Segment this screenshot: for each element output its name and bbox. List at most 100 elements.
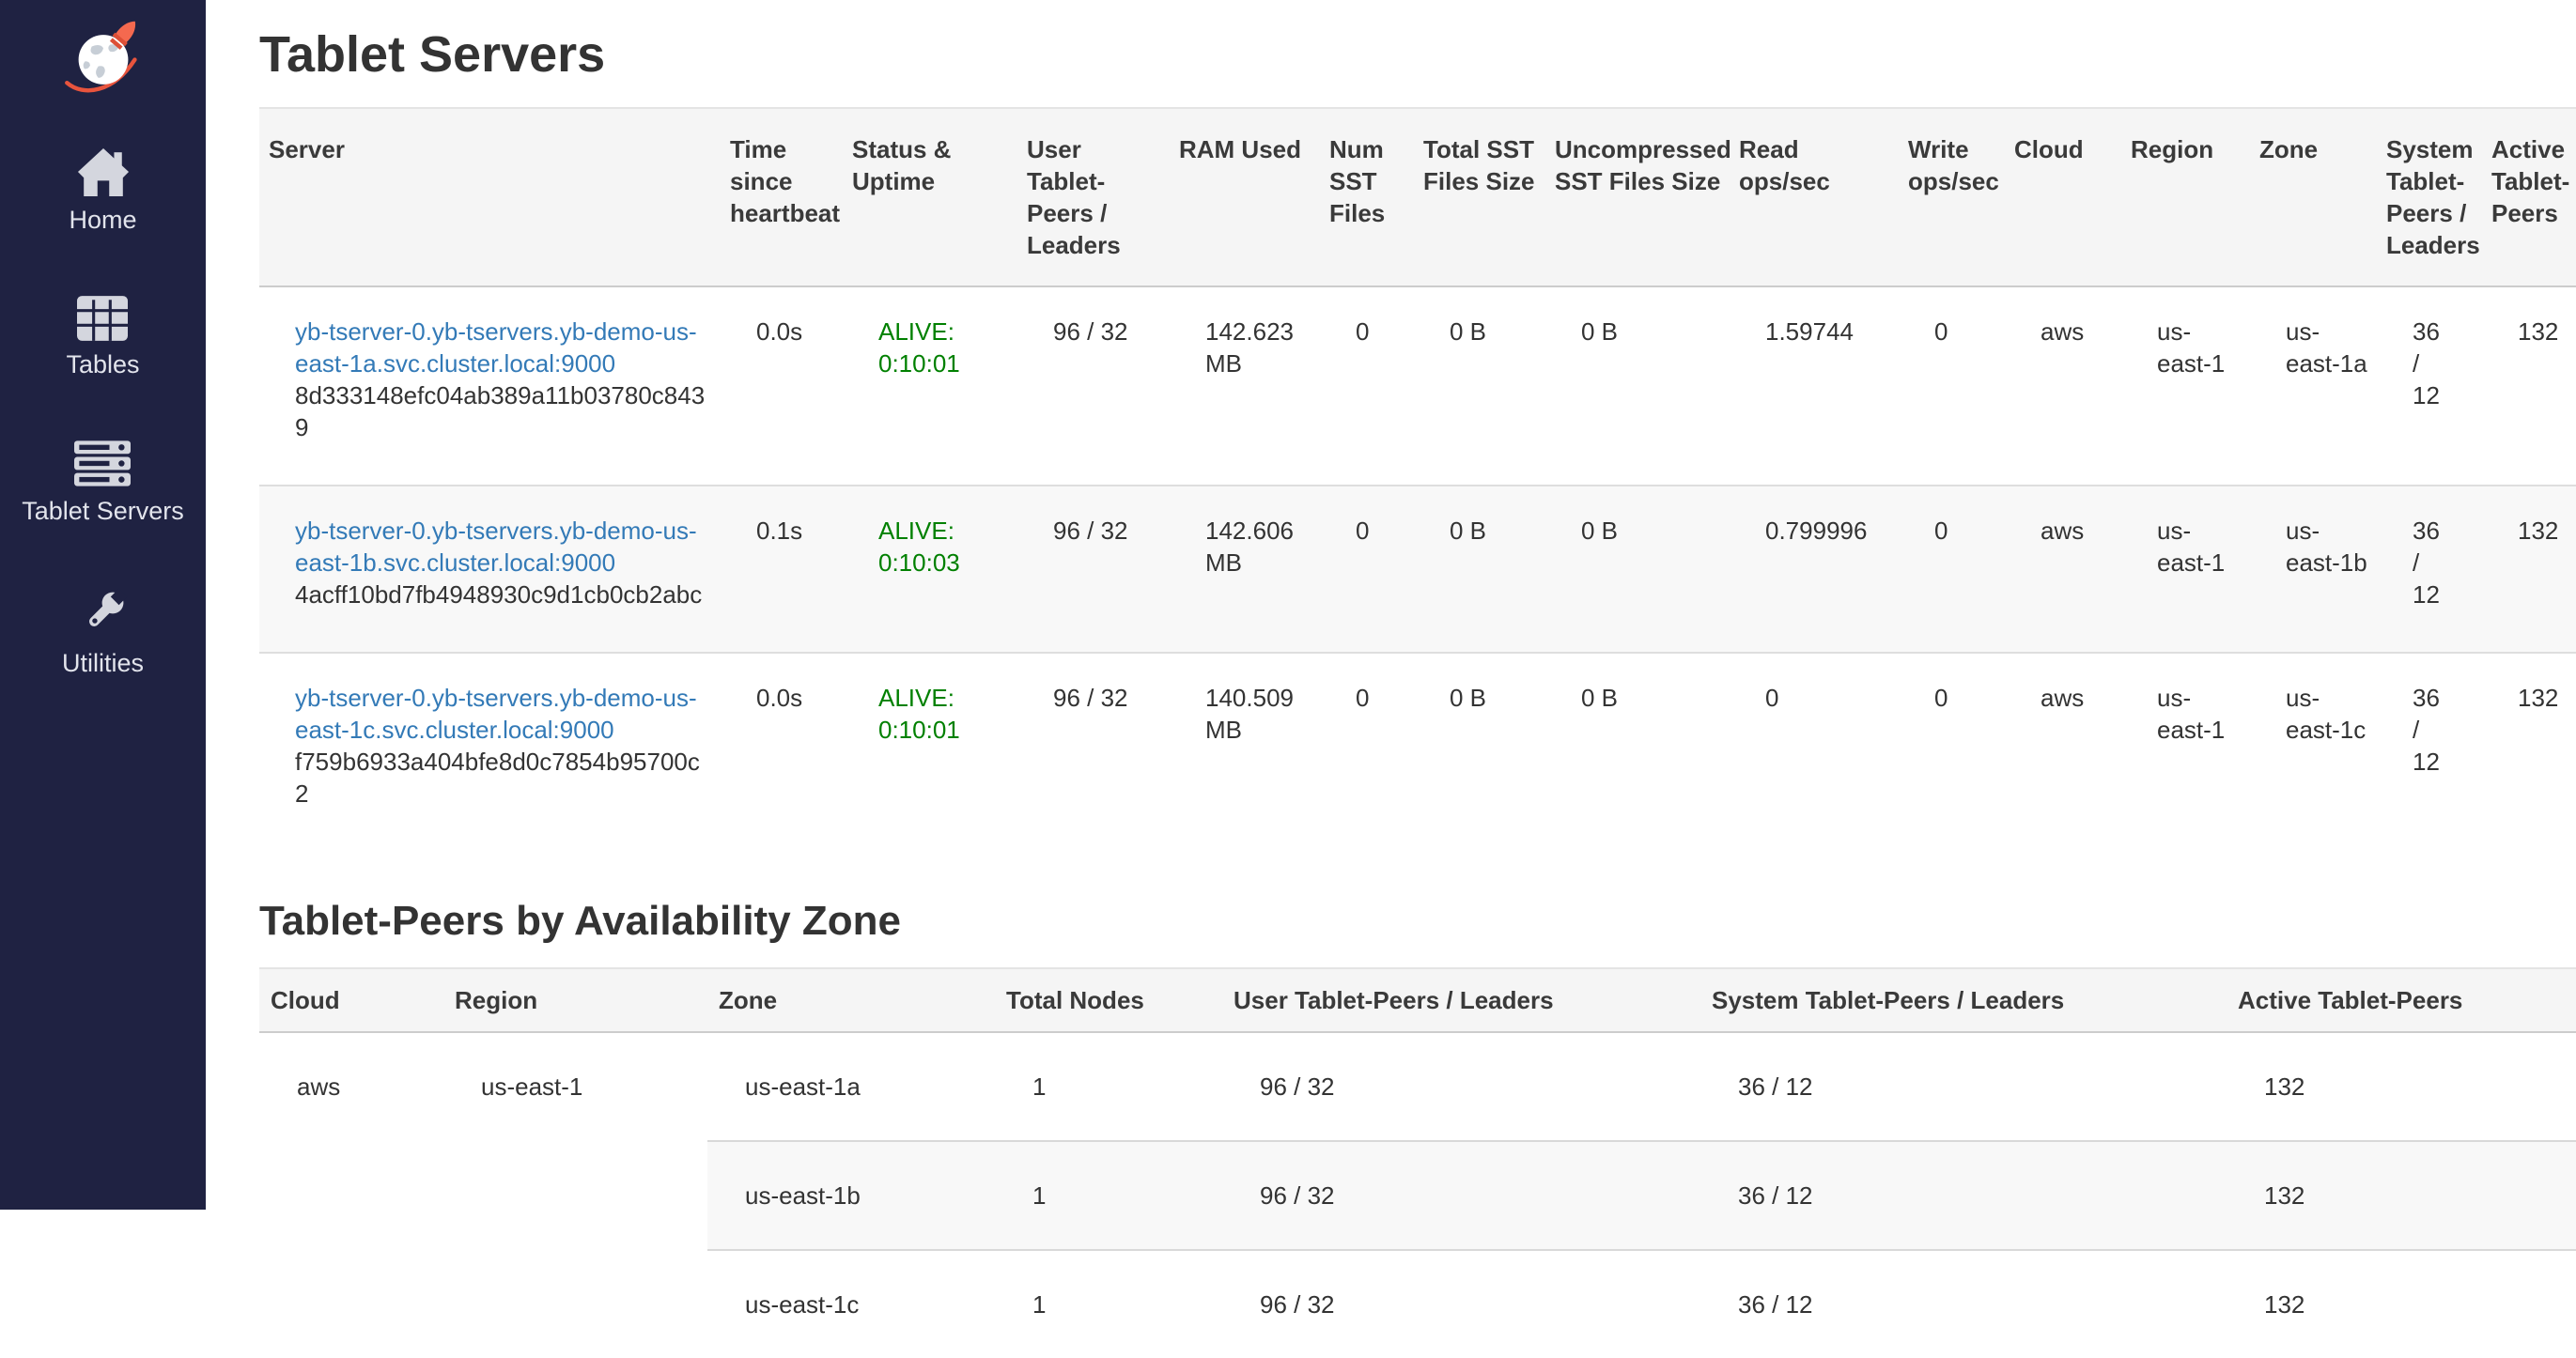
heartbeat-cell: 0.1s <box>721 486 843 653</box>
col-total-nodes: Total Nodes <box>995 968 1222 1032</box>
sidebar-item-utilities[interactable]: Utilities <box>62 587 144 677</box>
tserver-row: yb-tserver-0.yb-tservers.yb-demo-us-east… <box>259 653 2576 851</box>
heartbeat-cell: 0.0s <box>721 286 843 486</box>
region-cell: us-east-1 <box>2121 486 2250 653</box>
sidebar-item-tablet-servers[interactable]: Tablet Servers <box>22 440 184 525</box>
region-cell: us-east-1 <box>2121 653 2250 851</box>
col-heartbeat: Time since heartbeat <box>721 108 843 286</box>
total-nodes-cell: 1 <box>995 1141 1222 1250</box>
globe-rocket-logo-icon <box>62 15 145 98</box>
sidebar-item-label: Tables <box>66 350 139 378</box>
utilities-icon <box>76 587 129 640</box>
system-tablet-peers-cell: 36 / 12 <box>2377 486 2482 653</box>
col-region: Region <box>443 968 707 1032</box>
table-header-row: Server Time since heartbeat Status & Upt… <box>259 108 2576 286</box>
server-uuid: f759b6933a404bfe8d0c7854b95700c2 <box>295 746 713 810</box>
sidebar-item-home[interactable]: Home <box>69 147 136 234</box>
user-tablet-peers-cell: 96 / 32 <box>1222 1250 1700 1358</box>
read-ops-cell: 1.59744 <box>1730 286 1899 486</box>
heartbeat-cell: 0.0s <box>721 653 843 851</box>
ram-cell: 140.509 MB <box>1170 653 1320 851</box>
main-content: Tablet Servers Server Time since heartbe… <box>206 0 2576 1358</box>
region-cell: us-east-1 <box>443 1032 707 1358</box>
col-num-sst: Num SST Files <box>1320 108 1414 286</box>
col-region: Region <box>2121 108 2250 286</box>
system-tablet-peers-cell: 36 / 12 <box>2377 286 2482 486</box>
col-active-tablet-peers: Active Tablet-Peers <box>2227 968 2576 1032</box>
user-tablet-peers-cell: 96 / 32 <box>1017 653 1170 851</box>
sidebar: Home Tables Tablet Servers <box>0 0 206 1210</box>
az-section-title: Tablet-Peers by Availability Zone <box>259 898 2576 945</box>
col-zone: Zone <box>2250 108 2377 286</box>
user-tablet-peers-cell: 96 / 32 <box>1222 1141 1700 1250</box>
tablet-peers-by-az-table: Cloud Region Zone Total Nodes User Table… <box>259 967 2576 1358</box>
server-uuid: 4acff10bd7fb4948930c9d1cb0cb2abc <box>295 579 713 610</box>
active-tablet-peers-cell: 132 <box>2482 286 2576 486</box>
system-tablet-peers-cell: 36 / 12 <box>2377 653 2482 851</box>
ram-cell: 142.623 MB <box>1170 286 1320 486</box>
num-sst-cell: 0 <box>1320 286 1414 486</box>
col-system-tablet-peers: System Tablet-Peers / Leaders <box>2377 108 2482 286</box>
system-tablet-peers-cell: 36 / 12 <box>1700 1141 2227 1250</box>
total-sst-cell: 0 B <box>1414 653 1545 851</box>
system-tablet-peers-cell: 36 / 12 <box>1700 1250 2227 1358</box>
system-tablet-peers-cell: 36 / 12 <box>1700 1032 2227 1141</box>
num-sst-cell: 0 <box>1320 486 1414 653</box>
read-ops-cell: 0.799996 <box>1730 486 1899 653</box>
tables-icon <box>77 296 128 341</box>
active-tablet-peers-cell: 132 <box>2227 1032 2576 1141</box>
tablet-servers-icon <box>74 440 131 487</box>
col-ram: RAM Used <box>1170 108 1320 286</box>
cloud-cell: aws <box>2005 286 2121 486</box>
status-cell: ALIVE: 0:10:01 <box>843 653 1017 851</box>
read-ops-cell: 0 <box>1730 653 1899 851</box>
col-read-ops: Read ops/sec <box>1730 108 1899 286</box>
tablet-servers-table: Server Time since heartbeat Status & Upt… <box>259 107 2576 851</box>
write-ops-cell: 0 <box>1899 286 2005 486</box>
col-cloud: Cloud <box>2005 108 2121 286</box>
region-cell: us-east-1 <box>2121 286 2250 486</box>
cloud-cell: aws <box>2005 486 2121 653</box>
server-link[interactable]: yb-tserver-0.yb-tservers.yb-demo-us-east… <box>295 684 697 744</box>
table-header-row: Cloud Region Zone Total Nodes User Table… <box>259 968 2576 1032</box>
az-row: aws us-east-1 us-east-1a 1 96 / 32 36 / … <box>259 1032 2576 1141</box>
active-tablet-peers-cell: 132 <box>2227 1141 2576 1250</box>
cloud-cell: aws <box>2005 653 2121 851</box>
server-uuid: 8d333148efc04ab389a11b03780c8439 <box>295 379 713 443</box>
uncompressed-sst-cell: 0 B <box>1545 486 1730 653</box>
col-cloud: Cloud <box>259 968 443 1032</box>
zone-cell: us-east-1a <box>707 1032 995 1141</box>
uncompressed-sst-cell: 0 B <box>1545 653 1730 851</box>
zone-cell: us-east-1a <box>2250 286 2377 486</box>
col-user-tablet-peers: User Tablet-Peers / Leaders <box>1017 108 1170 286</box>
total-sst-cell: 0 B <box>1414 486 1545 653</box>
server-cell: yb-tserver-0.yb-tservers.yb-demo-us-east… <box>259 653 721 851</box>
server-link[interactable]: yb-tserver-0.yb-tservers.yb-demo-us-east… <box>295 517 697 577</box>
tserver-row: yb-tserver-0.yb-tservers.yb-demo-us-east… <box>259 286 2576 486</box>
col-user-tablet-peers: User Tablet-Peers / Leaders <box>1222 968 1700 1032</box>
status-cell: ALIVE: 0:10:01 <box>843 286 1017 486</box>
user-tablet-peers-cell: 96 / 32 <box>1017 286 1170 486</box>
active-tablet-peers-cell: 132 <box>2227 1250 2576 1358</box>
total-nodes-cell: 1 <box>995 1250 1222 1358</box>
home-icon <box>76 147 131 196</box>
tserver-row: yb-tserver-0.yb-tservers.yb-demo-us-east… <box>259 486 2576 653</box>
zone-cell: us-east-1b <box>2250 486 2377 653</box>
server-link[interactable]: yb-tserver-0.yb-tservers.yb-demo-us-east… <box>295 317 697 378</box>
sidebar-item-label: Utilities <box>62 649 144 677</box>
col-write-ops: Write ops/sec <box>1899 108 2005 286</box>
active-tablet-peers-cell: 132 <box>2482 486 2576 653</box>
col-active-tablet-peers: Active Tablet-Peers <box>2482 108 2576 286</box>
uncompressed-sst-cell: 0 B <box>1545 286 1730 486</box>
col-server: Server <box>259 108 721 286</box>
zone-cell: us-east-1c <box>2250 653 2377 851</box>
zone-cell: us-east-1b <box>707 1141 995 1250</box>
yugabytedb-logo[interactable] <box>62 0 145 147</box>
num-sst-cell: 0 <box>1320 653 1414 851</box>
active-tablet-peers-cell: 132 <box>2482 653 2576 851</box>
col-zone: Zone <box>707 968 995 1032</box>
col-uncompressed-sst: Uncompressed SST Files Size <box>1545 108 1730 286</box>
sidebar-item-tables[interactable]: Tables <box>66 296 139 378</box>
total-sst-cell: 0 B <box>1414 286 1545 486</box>
write-ops-cell: 0 <box>1899 653 2005 851</box>
